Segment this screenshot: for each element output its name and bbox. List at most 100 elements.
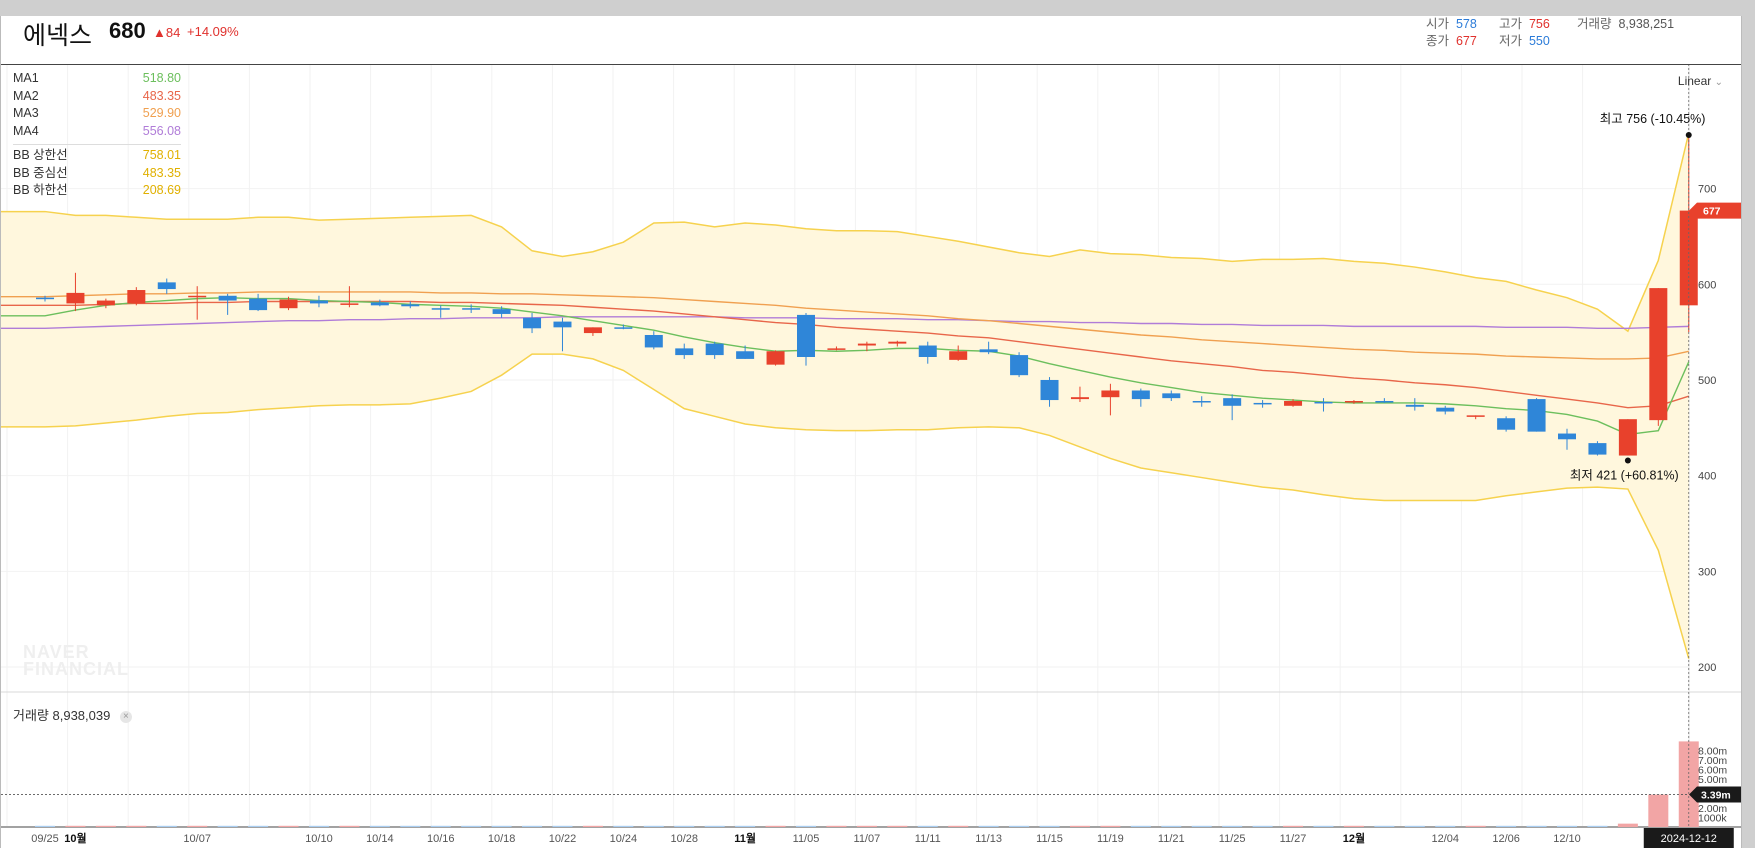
stock-price: 680: [109, 18, 146, 43]
price-tag-label: 677: [1703, 206, 1721, 218]
candle-body: [1436, 407, 1455, 412]
volume-bar: [339, 825, 360, 827]
volume-bar: [369, 825, 390, 827]
legend-ma3[interactable]: MA3 529.90: [13, 105, 181, 123]
volume-bar: [1313, 825, 1334, 827]
volume-bar: [1130, 825, 1151, 827]
candle-body: [644, 334, 663, 348]
legend-bb-upper[interactable]: BB 상한선 758.01: [13, 147, 181, 165]
price-tick-label: 700: [1698, 184, 1716, 196]
x-tick-label: 11/19: [1097, 833, 1124, 845]
candle-body: [1588, 443, 1607, 455]
x-tick-label: 10/14: [366, 833, 394, 845]
legend-bb-middle[interactable]: BB 중심선 483.35: [13, 165, 181, 183]
candle-body: [249, 298, 268, 311]
scale-mode-dropdown[interactable]: Linear ⌄: [1678, 74, 1723, 88]
candle-body: [979, 349, 998, 353]
volume-bar: [1343, 825, 1364, 827]
volume-bar: [582, 825, 603, 827]
ohlc-group-1: 시가 578 종가 677: [1426, 16, 1477, 50]
volume-bar: [156, 825, 177, 827]
price-tick-label: 200: [1698, 662, 1716, 674]
candle: [766, 350, 785, 366]
x-tick-label: 12월: [1343, 831, 1365, 845]
candle-body: [309, 300, 328, 304]
volume-bar: [1526, 825, 1547, 827]
volume-bar: [613, 825, 634, 827]
high-annotation: 최고 756 (-10.45%): [1600, 112, 1706, 126]
close-icon[interactable]: ×: [119, 710, 132, 723]
volume-label: 거래량: [1577, 17, 1612, 31]
bollinger-band: [1, 132, 1690, 659]
volume-bar: [887, 825, 908, 827]
candle: [1618, 419, 1637, 456]
candle: [1588, 441, 1607, 456]
candle-body: [188, 295, 207, 298]
legend-ma4[interactable]: MA4 556.08: [13, 123, 181, 141]
candle-body: [766, 351, 785, 365]
volume-bar: [1496, 825, 1517, 827]
volume-bar: [217, 825, 238, 827]
legend-divider: [13, 144, 181, 145]
candle-body: [1527, 399, 1546, 432]
x-tick-label: 10/22: [549, 833, 577, 845]
x-tick-label: 11/25: [1219, 833, 1246, 845]
candle-body: [1284, 401, 1303, 406]
volume-bar: [35, 825, 55, 827]
candle-body: [1558, 433, 1576, 440]
x-tick-label: 10/24: [610, 833, 638, 845]
candle-body: [96, 300, 115, 306]
x-tick-label: 12/10: [1553, 833, 1581, 845]
x-tick-label: 11/15: [1036, 833, 1063, 845]
low-label: 저가: [1499, 34, 1523, 48]
volume-bar: [1069, 825, 1090, 827]
candle-body: [857, 343, 876, 346]
chart-canvas[interactable]: 2003004005006007006778.00m7.00m6.00m5.00…: [1, 16, 1741, 848]
legend-ma2[interactable]: MA2 483.35: [13, 88, 181, 106]
legend-bb-lower[interactable]: BB 하한선 208.69: [13, 182, 181, 200]
price-tick-label: 300: [1698, 566, 1716, 578]
volume-bar: [126, 825, 147, 827]
volume-bar: [948, 825, 969, 827]
watermark-logo: NAVER FINANCIAL: [23, 643, 129, 678]
volume-bar: [430, 825, 451, 827]
chevron-down-icon: ⌄: [1714, 77, 1723, 88]
volume-tag-label: 3.39m: [1701, 790, 1731, 802]
candle-body: [218, 295, 237, 301]
candle-body: [36, 297, 54, 300]
volume-tick-label: 1000k: [1698, 812, 1727, 824]
volume-bar: [1435, 825, 1456, 827]
x-tick-label: 09/25: [31, 833, 59, 845]
candle-body: [553, 321, 572, 328]
candle-body: [462, 308, 481, 310]
volume-bar: [856, 825, 877, 827]
ohlc-group-2: 고가 756 저가 550: [1499, 16, 1550, 50]
volume-bar: [552, 825, 573, 827]
bb-fill: [1, 133, 1689, 659]
candle-body: [492, 309, 511, 314]
legend-ma3-name: MA3: [13, 106, 39, 120]
price-tick-label: 500: [1698, 375, 1716, 387]
volume-bar: [187, 825, 208, 827]
candle-body: [431, 308, 450, 310]
x-tick-label: 12/04: [1431, 833, 1459, 845]
candle-body: [705, 343, 724, 356]
legend-ma2-name: MA2: [13, 88, 39, 103]
candle-body: [1192, 401, 1211, 403]
volume-bar: [1100, 825, 1121, 827]
stock-name: 에넥스: [23, 22, 93, 50]
volume-bar: [826, 825, 847, 827]
volume-bar: [1587, 825, 1608, 827]
x-tick-label: 10월: [64, 831, 86, 845]
candle-body: [1497, 418, 1516, 430]
candle-body: [614, 327, 633, 329]
legend-ma4-name: MA4: [13, 123, 39, 138]
volume-bar: [1374, 825, 1395, 827]
candle-body: [827, 348, 846, 350]
x-tick-label: 11월: [734, 831, 756, 845]
legend-ma1[interactable]: MA1 518.80: [13, 70, 181, 88]
volume-bar: [1283, 825, 1304, 827]
volume-tick-label: 5.00m: [1698, 774, 1727, 786]
volume-bars: [35, 741, 1699, 827]
open-value: 578: [1455, 17, 1477, 31]
